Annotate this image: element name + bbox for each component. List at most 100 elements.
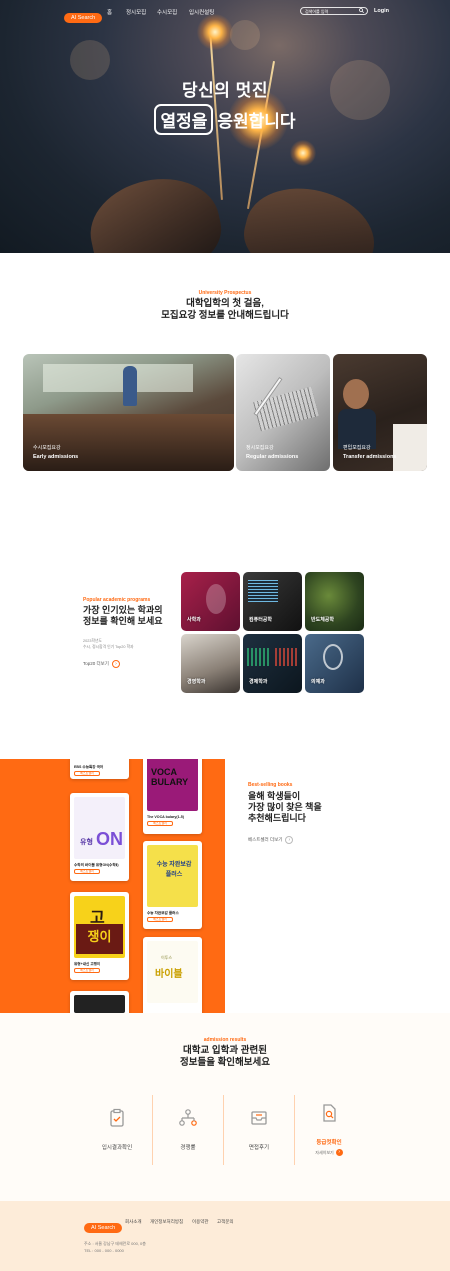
footer-link-terms[interactable]: 이용약관 [192, 1219, 209, 1225]
hand-image [236, 175, 384, 253]
result-label: 등급컷확인 [316, 1140, 342, 1146]
tile-business[interactable]: 경영학과 [181, 634, 240, 693]
book-cover: 고 쟁이 [74, 896, 125, 958]
title-line: 대학입학의 첫 걸음, [186, 298, 264, 309]
card-title-kr: 수시모집요강 [33, 445, 61, 451]
footer-logo[interactable]: AI Search [84, 1216, 123, 1234]
search-input[interactable]: 검색어를 입력 [300, 7, 368, 15]
title-line: 정보들을 확인해보세요 [179, 1057, 271, 1068]
tile-label: 사학과 [187, 617, 201, 623]
tile-medicine[interactable]: 의예과 [305, 634, 364, 693]
footer-link-contact[interactable]: 고객문의 [217, 1219, 234, 1225]
section-title: 올해 학생들이 가장 많이 찾은 책을 추천해드립니다 [248, 791, 322, 824]
button-label: 베스트셀러 더보기 [248, 837, 283, 842]
book-tag: 베스트셀러 [74, 869, 100, 874]
result-label: 경쟁률 [180, 1145, 196, 1151]
title-line: 가장 많이 찾은 책을 [248, 802, 322, 812]
book-title: EBS 수능특강 국어 [74, 765, 104, 769]
book-card[interactable]: 유형 ON 수학의 바이블 유형ON(수학Ⅱ) 베스트셀러 [70, 793, 129, 881]
stock-screen [275, 648, 297, 666]
book-cover: VOCA BULARY [147, 759, 198, 811]
book-tag: 베스트셀러 [147, 821, 173, 826]
nav-consulting[interactable]: 입시컨설팅 [189, 8, 214, 16]
result-item-interview[interactable]: 면접후기 [224, 1108, 294, 1151]
hero-title-line2: 열정을 응원합니다 [0, 104, 450, 135]
footer: AI Search 회사소개 개인정보처리방침 이용약관 고객문의 주소 : 서… [0, 1201, 450, 1271]
nav-home[interactable]: 홈 [107, 8, 112, 16]
cover-text: ON [96, 829, 123, 849]
sparkle [290, 140, 316, 166]
tile-computer[interactable]: 컴퓨터공학 [243, 572, 302, 631]
clipboard-icon [107, 1108, 127, 1133]
section-title: 대학입학의 첫 걸음, 모집요강 정보를 안내해드립니다 [0, 298, 450, 322]
more-label: 자세히보기 [315, 1149, 334, 1155]
tile-label: 반도체공학 [311, 617, 335, 623]
button-label: Top20 더보기 [83, 661, 109, 666]
top20-more-button[interactable]: Top20 더보기 › [83, 660, 120, 668]
cover-text: 플러스 [165, 872, 183, 878]
cover-text: 유형 [80, 839, 93, 846]
book-card[interactable]: 수능 자완보감 플러스 수능 자완보감 플러스 베스트셀러 [143, 841, 202, 929]
footer-address: 주소 : 서울 강남구 테헤란로 000, 0층 [84, 1241, 146, 1246]
cover-text: 쟁이 [76, 924, 123, 954]
card-title-en: Regular admissions [246, 454, 299, 460]
code-screen [248, 580, 278, 602]
book-tag: 베스트셀러 [74, 968, 100, 973]
hierarchy-icon [178, 1108, 198, 1133]
book-cover: 수능 자완보감 플러스 [147, 845, 198, 907]
tile-semiconductor[interactable]: 반도체공학 [305, 572, 364, 631]
hand-image [81, 167, 229, 253]
card-title-en: Early admissions [33, 454, 79, 460]
result-item-grade-cut[interactable]: 등급컷확인 자세히보기 › [294, 1103, 364, 1156]
cover-text: 이투스 [161, 955, 173, 960]
tile-economics[interactable]: 경제학과 [243, 634, 302, 693]
transfer-admissions-card[interactable]: 편입모집요강 Transfer admissions [333, 354, 427, 471]
regular-admissions-card[interactable]: 정시모집요강 Regular admissions [236, 354, 330, 471]
logo-text[interactable]: AI Search [64, 13, 103, 23]
desc-line: 수시, 정시합격 인기 Top20 학과 [83, 645, 134, 649]
hero-title-rest: 응원합니다 [217, 112, 296, 131]
results-section: admission results 대학교 입학과 관련된 정보들을 확인해보세… [0, 1013, 450, 1201]
bokeh-light [230, 20, 260, 50]
result-item-admission[interactable]: 입시결과확인 [82, 1108, 152, 1151]
section-title: 가장 인기있는 학과의 정보를 확인해 보세요 [83, 605, 163, 627]
logo-text: AI Search [84, 1223, 123, 1233]
classroom-board [43, 364, 193, 392]
book-title: 수능 자완보감 플러스 [147, 911, 179, 915]
result-item-competition[interactable]: 경쟁률 [153, 1108, 223, 1151]
footer-link-about[interactable]: 회사소개 [125, 1219, 142, 1225]
cover-text: 수능 자완보감 [156, 862, 192, 868]
nav-early[interactable]: 수시모집 [157, 8, 177, 16]
book-title: 유형+내신 고쟁이 [74, 962, 101, 966]
nav-regular[interactable]: 정시모집 [126, 8, 146, 16]
book-card[interactable]: EBS 수능특강 국어 베스트셀러 [70, 759, 129, 779]
book-card[interactable]: VOCA BULARY The VOCA bulary(1-5) 베스트셀러 [143, 759, 202, 834]
section-subtitle: admission results [203, 1037, 247, 1043]
students-area [23, 414, 234, 471]
teacher-figure [123, 366, 137, 406]
site-logo[interactable]: AI Search [64, 6, 103, 24]
tile-history[interactable]: 사학과 [181, 572, 240, 631]
title-line: 추천해드립니다 [248, 813, 306, 823]
early-admissions-card[interactable]: 수시모집요강 Early admissions [23, 354, 234, 471]
login-link[interactable]: Login [374, 8, 389, 14]
book-card[interactable]: 고 쟁이 유형+내신 고쟁이 베스트셀러 [70, 892, 129, 980]
book-card[interactable] [70, 991, 129, 1013]
second-person [393, 424, 427, 471]
footer-tel: TEL : 000 - 000 - 0000 [84, 1248, 124, 1253]
section-subtitle: Popular academic programs [83, 597, 151, 603]
section-subtitle: Best-selling books [248, 782, 293, 788]
bestseller-more-button[interactable]: 베스트셀러 더보기 › [248, 836, 294, 844]
hero-section: AI Search 홈 정시모집 수시모집 입시컨설팅 검색어를 입력 Logi… [0, 0, 450, 253]
footer-link-privacy[interactable]: 개인정보처리방침 [150, 1219, 183, 1225]
more-link[interactable]: 자세히보기 › [294, 1149, 364, 1156]
cover-text: BULARY [151, 777, 189, 787]
tile-label: 컴퓨터공학 [249, 617, 273, 623]
section-subtitle: University Prospectus [198, 290, 252, 296]
stethoscope-shape [323, 644, 343, 670]
title-line: 대학교 입학과 관련된 [183, 1045, 267, 1056]
search-icon[interactable] [359, 8, 365, 14]
tile-label: 경제학과 [249, 679, 268, 685]
section-desc: 2023학년도 수시, 정시합격 인기 Top20 학과 [83, 638, 134, 650]
book-card[interactable]: 이투스 바이블 [143, 937, 202, 1013]
